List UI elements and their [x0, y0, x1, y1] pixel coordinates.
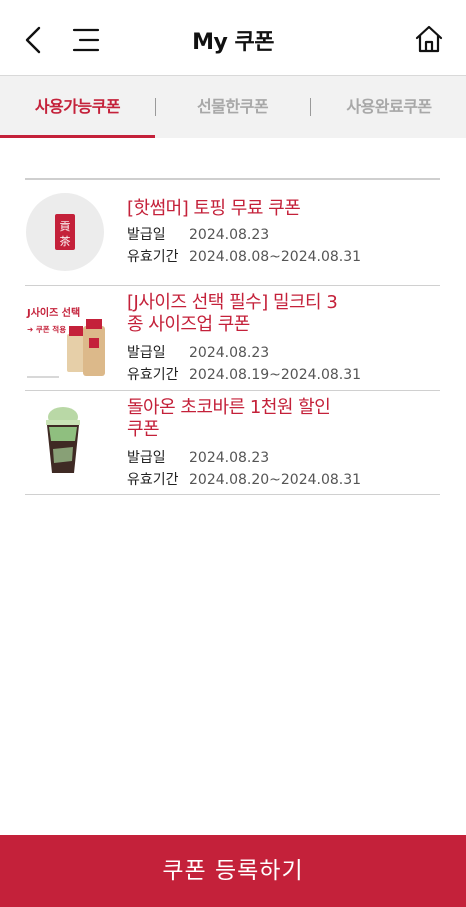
coupon-list: 貢 茶 [핫썸머] 토핑 무료 쿠폰 발급일 2024.08.23 유효기간 202… [25, 178, 440, 495]
app-header: My 쿠폰 [0, 0, 466, 76]
gongcha-logo-thumbnail: 貢 茶 [26, 193, 104, 271]
coupon-item[interactable]: J사이즈 선택 ➜ 쿠폰 적용 [J사이즈 선택 필수] 밀크티 3 종 사이즈… [25, 286, 440, 391]
coupon-title-line1: [J사이즈 선택 필수] 밀크티 3 [127, 292, 338, 313]
coupon-item[interactable]: 貢 茶 [핫썸머] 토핑 무료 쿠폰 발급일 2024.08.23 유효기간 202… [25, 180, 440, 286]
valid-period: 2024.08.20~2024.08.31 [189, 472, 362, 488]
home-icon[interactable] [414, 24, 444, 54]
issued-label: 발급일 [127, 227, 166, 243]
coupon-tabs: 사용가능쿠폰 선물한쿠폰 사용완료쿠폰 [0, 76, 466, 138]
register-coupon-button[interactable]: 쿠폰 등록하기 [0, 835, 466, 907]
coupon-item[interactable]: 돌아온 초코바른 1천원 할인 쿠폰 발급일 2024.08.23 유효기간 202… [25, 391, 440, 495]
choco-drink-thumbnail [25, 405, 105, 477]
coupon-title-line2: 쿠폰 [127, 419, 160, 440]
tab-available[interactable]: 사용가능쿠폰 [0, 76, 155, 138]
logo-glyph-top: 貢 [60, 220, 71, 233]
thumb-subcaption: ➜ 쿠폰 적용 [27, 324, 66, 334]
tab-gifted[interactable]: 선물한쿠폰 [160, 76, 305, 138]
logo-glyph-bottom: 茶 [60, 235, 71, 248]
valid-period: 2024.08.08~2024.08.31 [189, 249, 362, 265]
page-title: My 쿠폰 [192, 30, 274, 55]
issued-date: 2024.08.23 [189, 227, 270, 243]
tab-used[interactable]: 사용완료쿠폰 [312, 76, 466, 138]
valid-label: 유효기간 [127, 367, 179, 383]
coupon-title-line2: 종 사이즈업 쿠폰 [127, 314, 250, 335]
issued-date: 2024.08.23 [189, 450, 270, 466]
tab-divider [155, 98, 156, 116]
issued-date: 2024.08.23 [189, 345, 270, 361]
valid-period: 2024.08.19~2024.08.31 [189, 367, 362, 383]
issued-label: 발급일 [127, 345, 166, 361]
size-up-coupon-thumbnail: J사이즈 선택 ➜ 쿠폰 적용 [25, 296, 105, 384]
thumb-caption: J사이즈 선택 [26, 306, 80, 319]
issued-label: 발급일 [127, 450, 166, 466]
tab-divider [310, 98, 311, 116]
coupon-title-line1: 돌아온 초코바른 1천원 할인 [127, 397, 331, 418]
coupon-title: [핫썸머] 토핑 무료 쿠폰 [127, 198, 301, 219]
valid-label: 유효기간 [127, 472, 179, 488]
valid-label: 유효기간 [127, 249, 179, 265]
